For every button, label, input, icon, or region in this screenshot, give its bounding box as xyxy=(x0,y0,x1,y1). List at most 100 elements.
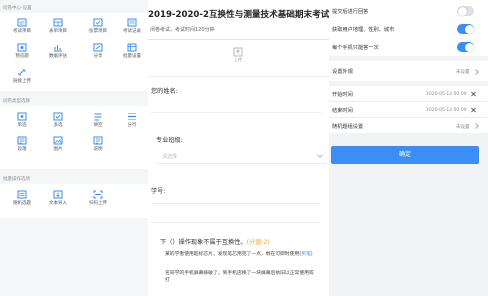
theme-label: 设置外观 xyxy=(332,69,353,75)
exam-title: 2019-2020-2互换性与测量技术基础期末考试 xyxy=(148,10,329,20)
major-select-placeholder: 请选择 xyxy=(162,154,178,160)
tool-tile-label: 考试记录 xyxy=(123,29,141,34)
tool-tile[interactable]: 批量设置 xyxy=(117,43,147,59)
exam-icon xyxy=(17,18,27,27)
tool-tile[interactable]: 扫码上传 xyxy=(83,190,113,206)
option-a-suffix: ) xyxy=(310,252,313,257)
tool-tile-label: 扫码上传 xyxy=(89,201,107,206)
option-b[interactable]: 名同学的手机屏幕摔破了，到手机店换了一块屏幕后依旧以正常使用或打 xyxy=(165,270,317,284)
fill-blank-icon xyxy=(94,113,102,121)
link-icon xyxy=(18,69,26,76)
start-time-value: 2020-05-13 00:00 xyxy=(426,92,467,97)
question-types-card: 单选 多选 填空 分行段落 图片 说明 xyxy=(0,106,148,169)
scan-icon xyxy=(93,190,103,199)
upload-button[interactable]: 上传 xyxy=(216,47,260,71)
exam-subtitle: 闭卷考试，考试时间120分钟 xyxy=(150,27,215,33)
chevron-right-icon xyxy=(473,69,479,75)
divider xyxy=(148,76,329,77)
tool-tile[interactable]: 说明 xyxy=(83,136,113,152)
paragraph-icon xyxy=(17,136,27,145)
confirm-button[interactable]: 确定 xyxy=(331,146,479,164)
tool-tile[interactable]: 单选 xyxy=(7,112,37,128)
tool-tile[interactable]: 分行 xyxy=(117,112,147,128)
theme-value: 未设置 xyxy=(456,70,470,75)
exam-preview-panel: 2019-2020-2互换性与测量技术基础期末考试 闭卷考试，考试时间120分钟… xyxy=(148,0,329,296)
one-answer-toggle[interactable] xyxy=(457,42,474,52)
import-icon xyxy=(53,190,63,199)
settings-tools-card: 考试项目 表单项目 投票项目 考试记录预览题 数据评估 分享 批量设置链接上传 xyxy=(0,13,148,91)
tool-tile[interactable]: 数据评估 xyxy=(43,43,73,59)
name-input[interactable] xyxy=(151,112,321,113)
preview-icon xyxy=(17,43,27,52)
tool-tile-label: 文本导入 xyxy=(49,201,67,206)
vote-icon xyxy=(93,18,103,27)
major-field-label: 专业班级: xyxy=(156,137,183,144)
clear-end-time-icon[interactable] xyxy=(470,107,476,113)
tool-tile[interactable]: 考试项目 xyxy=(7,18,37,34)
form-icon xyxy=(53,18,63,27)
upload-label: 上传 xyxy=(234,57,242,62)
end-time-row[interactable]: 结束时间 2020-05-13 00:00 xyxy=(329,102,488,117)
tool-tile[interactable]: 段落 xyxy=(7,136,37,152)
tool-tile-label: 段落 xyxy=(17,147,27,152)
student-id-input[interactable] xyxy=(151,203,321,204)
clear-start-time-icon[interactable] xyxy=(470,91,476,97)
tool-tile[interactable]: 填空 xyxy=(83,112,113,128)
share-icon xyxy=(93,43,103,52)
option-a-highlight: 买笔 xyxy=(301,252,311,257)
tool-tile-label: 分享 xyxy=(93,54,103,59)
toggle3-label: 每个手机只能答一次 xyxy=(332,45,379,51)
tool-tile[interactable]: 投票项目 xyxy=(83,18,113,34)
toggle-knob xyxy=(464,24,474,34)
tool-tile-label: 投票项目 xyxy=(89,29,107,34)
tool-tile[interactable]: 表单项目 xyxy=(43,18,73,34)
option-a-text: 某的学者使用超标芯片，发现笔芯用完了一点，剩在可即时使用( xyxy=(165,252,302,257)
tool-tile-label: 单选 xyxy=(17,123,27,128)
submit-answer-toggle[interactable] xyxy=(457,6,474,16)
random-icon xyxy=(17,190,27,199)
divider xyxy=(148,39,329,40)
toggle-knob xyxy=(464,42,474,52)
random-group-value: 未设置 xyxy=(456,125,470,130)
option-a[interactable]: 某的学者使用超标芯片，发现笔芯用完了一点，剩在可即时使用(买笔) xyxy=(165,251,317,258)
section-header-batch: 批量操作选项 xyxy=(3,177,30,182)
divider-icon xyxy=(128,113,136,120)
exam-settings-panel: 提交后进行回答 获取用户地理、性别、城市 每个手机只能答一次 设置外观 未设置 … xyxy=(329,0,488,296)
tool-tile-label: 数据评估 xyxy=(49,54,67,59)
tool-tile[interactable]: 预览题 xyxy=(7,43,37,59)
tool-tile-label: 表单项目 xyxy=(49,29,67,34)
random-group-row[interactable]: 随机题组设置 未设置 xyxy=(329,118,488,133)
tool-tile-label: 说明 xyxy=(93,147,103,152)
batch-tools-card: 随机选题 文本导入 扫码上传 xyxy=(0,184,148,218)
user-info-toggle[interactable] xyxy=(457,24,474,34)
tool-tile-label: 批量设置 xyxy=(123,54,141,59)
tool-tile[interactable]: 文本导入 xyxy=(43,190,73,206)
tool-tile[interactable]: 分享 xyxy=(83,43,113,59)
tool-tile[interactable]: 多选 xyxy=(43,112,73,128)
question-text: 下（）操作现象不属于互换性。 xyxy=(160,239,247,246)
section-header-question-types: 问卷类型选择 xyxy=(3,99,30,104)
tool-tile-label: 分行 xyxy=(127,123,137,128)
end-time-value: 2020-05-13 00:00 xyxy=(426,108,467,113)
toggle-settings-card: 提交后进行回答 获取用户地理、性别、城市 每个手机只能答一次 xyxy=(329,0,488,56)
editor-toolbox-panel: 问卷中心-设置 考试项目 表单项目 投票项目 考试记录 预览题 数据评估 分享 批量设置 链接上… xyxy=(0,0,148,296)
major-select[interactable] xyxy=(156,163,326,164)
tool-tile[interactable]: 链接上传 xyxy=(7,68,37,84)
question-1-title: 下（）操作现象不属于互换性。(分值:2) xyxy=(160,237,270,246)
theme-setting-row[interactable]: 设置外观 未设置 xyxy=(329,61,488,81)
tool-tile[interactable]: 随机选题 xyxy=(7,190,37,206)
chevron-right-icon xyxy=(473,123,479,129)
tool-tile-label: 多选 xyxy=(53,123,63,128)
evaluate-icon xyxy=(54,45,62,52)
tool-tile[interactable]: 图片 xyxy=(43,136,73,152)
note-icon xyxy=(93,136,103,145)
name-field-label: 您的姓名: xyxy=(151,88,178,95)
record-icon xyxy=(127,18,137,27)
start-time-row[interactable]: 开始时间 2020-05-13 00:00 xyxy=(329,86,488,101)
start-time-label: 开始时间 xyxy=(332,92,353,98)
tool-tile[interactable]: 考试记录 xyxy=(117,18,147,34)
chevron-down-icon xyxy=(317,152,323,158)
tool-tile-label: 随机选题 xyxy=(13,201,31,206)
batch-icon xyxy=(127,43,137,52)
toggle1-label: 提交后进行回答 xyxy=(332,9,369,15)
